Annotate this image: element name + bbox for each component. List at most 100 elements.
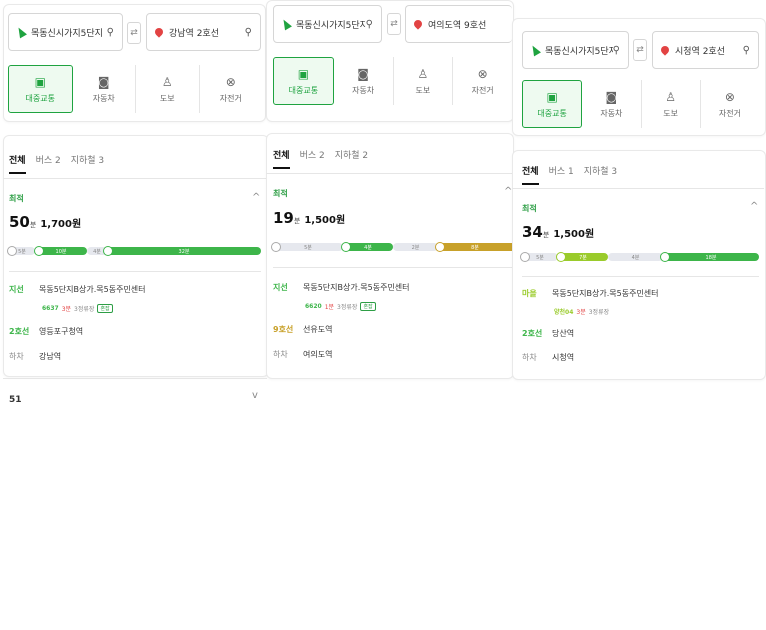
walk-segment: 5분 bbox=[273, 243, 343, 251]
bike-icon: ⊗ bbox=[724, 89, 735, 104]
origin-flag-icon bbox=[529, 43, 541, 57]
step-alight: 하차 강남역 bbox=[9, 352, 62, 361]
mode-car[interactable]: ◙ 자동차 bbox=[334, 57, 394, 105]
result-filter-tabs: 전체 버스 2 지하철 3 bbox=[9, 153, 104, 174]
bus-detail: 양천04 3분 3정류장 bbox=[554, 309, 610, 316]
mode-transit[interactable]: ▣ 대중교통 bbox=[8, 65, 73, 113]
results-card bbox=[266, 133, 514, 379]
destination-field[interactable]: 여의도역 9호선 bbox=[405, 5, 512, 43]
origin-flag-icon bbox=[15, 25, 27, 39]
subway-segment: 18분 bbox=[663, 253, 759, 261]
tab-subway[interactable]: 지하철 2 bbox=[335, 148, 368, 169]
car-icon: ◙ bbox=[357, 66, 369, 81]
transport-mode-tabs: ▣ 대중교통 ◙ 자동차 ♙ 도보 ⊗ 자전거 bbox=[522, 80, 759, 128]
car-icon: ◙ bbox=[605, 89, 618, 104]
route-summary: 19분 1,500원 bbox=[273, 209, 346, 227]
transport-mode-tabs: ▣ 대중교통 ◙ 자동차 ♙ 도보 ⊗ 자전거 bbox=[273, 57, 512, 105]
search-icon[interactable]: ⚲ bbox=[743, 45, 750, 56]
tab-all[interactable]: 전체 bbox=[273, 148, 290, 169]
timeline-node bbox=[103, 246, 113, 256]
route-summary: 34분 1,500원 bbox=[522, 223, 595, 241]
subway-segment: 8분 bbox=[438, 243, 512, 251]
timeline-node bbox=[271, 242, 281, 252]
best-badge: 최적 bbox=[9, 194, 24, 203]
mode-walk[interactable]: ♙ 도보 bbox=[642, 80, 701, 128]
subway-segment: 32분 bbox=[107, 247, 261, 255]
timeline-node bbox=[435, 242, 445, 252]
bus-detail: 6637 3분 3정류장 혼잡 bbox=[42, 304, 113, 313]
route-summary: 50분 1,700원 bbox=[9, 213, 82, 231]
bike-icon: ⊗ bbox=[225, 74, 236, 89]
divider bbox=[3, 378, 267, 379]
timeline-node bbox=[7, 246, 17, 256]
mode-transit[interactable]: ▣ 대중교통 bbox=[522, 80, 583, 128]
step-board: 지선 목동5단지B상가.목5동주민센터 bbox=[273, 283, 410, 292]
mode-walk[interactable]: ♙ 도보 bbox=[136, 65, 200, 113]
mode-walk[interactable]: ♙ 도보 bbox=[394, 57, 454, 105]
timeline-node bbox=[341, 242, 351, 252]
mode-transit[interactable]: ▣ 대중교통 bbox=[273, 57, 334, 105]
search-icon[interactable]: ⚲ bbox=[366, 19, 373, 30]
route-timeline-bar: 5분 10분 4분 32분 bbox=[7, 246, 261, 256]
route-panel-3: 목동신시가지5단지 ⚲ ⇄ 시청역 2호선 ⚲ ▣ 대중교통 ◙ 자동차 ♙ 도보 ⊗… bbox=[512, 18, 766, 380]
route-panel-1: 목동신시가지5단지 ⚲ ⇄ 강남역 2호선 ⚲ ▣ 대중교통 ◙ 자동차 ♙ 도보 ⊗… bbox=[0, 0, 270, 420]
divider bbox=[9, 271, 261, 272]
collapse-icon[interactable]: ^ bbox=[750, 201, 758, 212]
mode-car[interactable]: ◙ 자동차 bbox=[582, 80, 642, 128]
tab-bus[interactable]: 버스 1 bbox=[549, 164, 574, 185]
origin-flag-icon bbox=[280, 17, 292, 31]
mode-bike[interactable]: ⊗ 자전거 bbox=[701, 80, 759, 128]
bike-icon: ⊗ bbox=[477, 66, 488, 81]
timeline-node bbox=[660, 252, 670, 262]
step-transfer: 2호선 당산역 bbox=[522, 329, 575, 338]
mode-car[interactable]: ◙ 자동차 bbox=[73, 65, 136, 113]
route-timeline-bar: 5분 4분 2분 8분 bbox=[271, 242, 512, 252]
tab-all[interactable]: 전체 bbox=[522, 164, 539, 185]
timeline-node bbox=[556, 252, 566, 262]
bus-icon: ▣ bbox=[34, 74, 46, 89]
walk-icon: ♙ bbox=[161, 74, 173, 89]
search-icon[interactable]: ⚲ bbox=[107, 27, 114, 38]
divider bbox=[266, 173, 512, 174]
step-transfer: 2호선 영등포구청역 bbox=[9, 327, 84, 336]
step-tag: 지선 bbox=[9, 285, 24, 294]
mode-bike[interactable]: ⊗ 자전거 bbox=[200, 65, 263, 113]
tab-all[interactable]: 전체 bbox=[9, 153, 26, 174]
divider bbox=[273, 267, 512, 268]
next-route-label: 51 bbox=[9, 395, 22, 405]
timeline-node bbox=[34, 246, 44, 256]
bus-icon: ▣ bbox=[297, 66, 310, 81]
step-board: 마을 목동5단지B상가.목5동주민센터 bbox=[522, 289, 659, 298]
destination-field[interactable]: 시청역 2호선 ⚲ bbox=[652, 31, 759, 69]
tab-bus[interactable]: 버스 2 bbox=[36, 153, 61, 174]
congestion-chip: 혼잡 bbox=[97, 304, 113, 313]
step-transfer: 9호선 선유도역 bbox=[273, 325, 333, 334]
bus-detail: 6620 1분 3정류장 혼잡 bbox=[305, 302, 376, 311]
collapse-icon[interactable]: ^ bbox=[252, 192, 260, 203]
tab-subway[interactable]: 지하철 3 bbox=[584, 164, 617, 185]
bus-icon: ▣ bbox=[546, 89, 558, 104]
divider bbox=[522, 276, 759, 277]
tab-subway[interactable]: 지하철 3 bbox=[71, 153, 104, 174]
origin-field[interactable]: 목동신시가지5단지 ⚲ bbox=[273, 5, 382, 43]
origin-field[interactable]: 목동신시가지5단지 ⚲ bbox=[8, 13, 123, 51]
destination-field[interactable]: 강남역 2호선 ⚲ bbox=[146, 13, 261, 51]
swap-button[interactable]: ⇄ bbox=[633, 39, 647, 61]
swap-button[interactable]: ⇄ bbox=[127, 22, 141, 44]
search-icon[interactable]: ⚲ bbox=[613, 45, 620, 56]
origin-field[interactable]: 목동신시가지5단지 ⚲ bbox=[522, 31, 629, 69]
expand-icon[interactable]: v bbox=[252, 390, 258, 401]
walk-segment: 2분 bbox=[393, 243, 438, 251]
search-icon[interactable]: ⚲ bbox=[245, 27, 252, 38]
swap-button[interactable]: ⇄ bbox=[387, 13, 401, 35]
walk-icon: ♙ bbox=[417, 66, 429, 81]
divider bbox=[3, 178, 267, 179]
result-filter-tabs: 전체 버스 1 지하철 3 bbox=[522, 164, 617, 185]
route-panel-2: 목동신시가지5단지 ⚲ ⇄ 여의도역 9호선 ▣ 대중교통 ◙ 자동차 ♙ 도보 ⊗ 자… bbox=[266, 0, 514, 390]
best-badge: 최적 bbox=[522, 204, 537, 213]
destination-pin-icon bbox=[153, 26, 165, 38]
mode-bike[interactable]: ⊗ 자전거 bbox=[453, 57, 512, 105]
destination-pin-icon bbox=[412, 18, 424, 30]
tab-bus[interactable]: 버스 2 bbox=[300, 148, 325, 169]
step-alight: 하차 시청역 bbox=[522, 353, 575, 362]
